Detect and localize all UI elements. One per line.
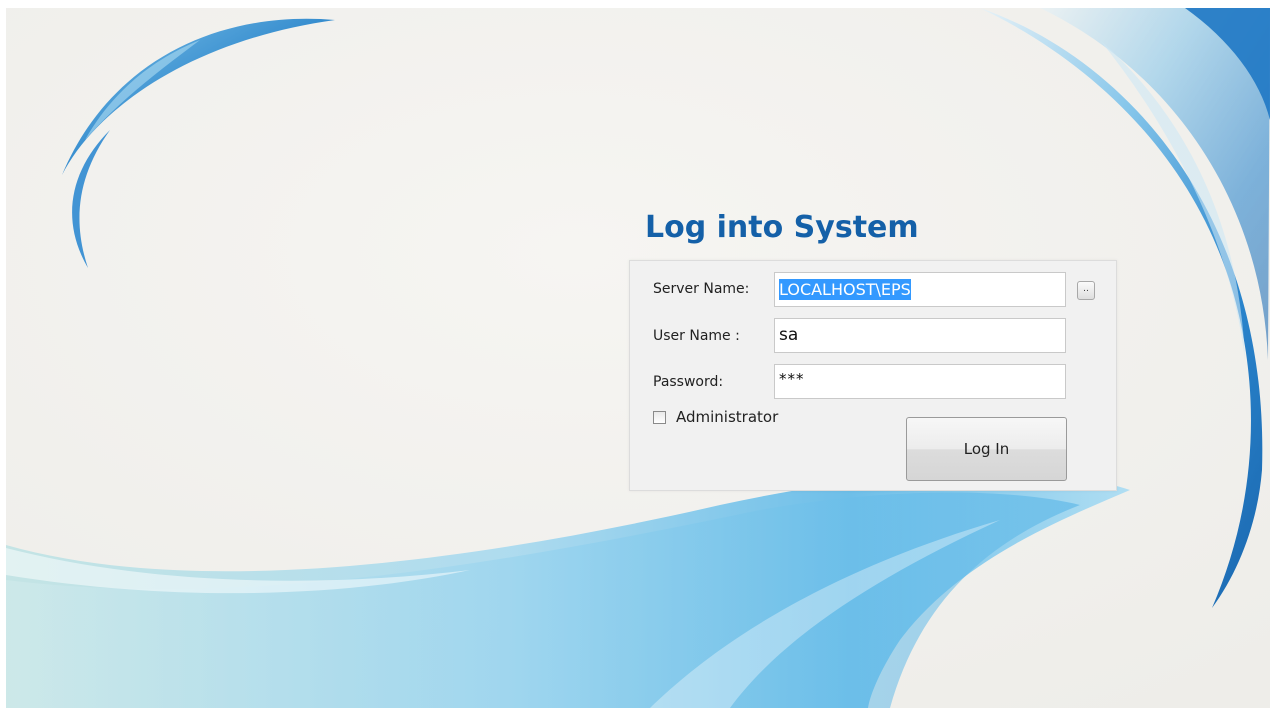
browse-server-button[interactable]: ..	[1077, 281, 1095, 300]
server-name-label: Server Name:	[653, 281, 750, 297]
login-screen: Log into System Server Name: LOCALHOST\E…	[0, 0, 1272, 709]
log-in-button[interactable]: Log In	[906, 417, 1067, 481]
administrator-option[interactable]: Administrator	[653, 408, 778, 426]
password-label: Password:	[653, 374, 724, 390]
server-name-input[interactable]: LOCALHOST\EPS	[774, 272, 1066, 307]
administrator-label: Administrator	[676, 408, 779, 426]
login-panel: Server Name: LOCALHOST\EPS .. User Name …	[629, 260, 1117, 491]
password-input[interactable]: ***	[774, 364, 1066, 399]
user-name-label: User Name :	[653, 328, 740, 344]
page-title: Log into System	[645, 210, 919, 245]
server-name-value: LOCALHOST\EPS	[779, 279, 911, 300]
user-name-input[interactable]: sa	[774, 318, 1066, 353]
administrator-checkbox[interactable]	[653, 410, 666, 424]
